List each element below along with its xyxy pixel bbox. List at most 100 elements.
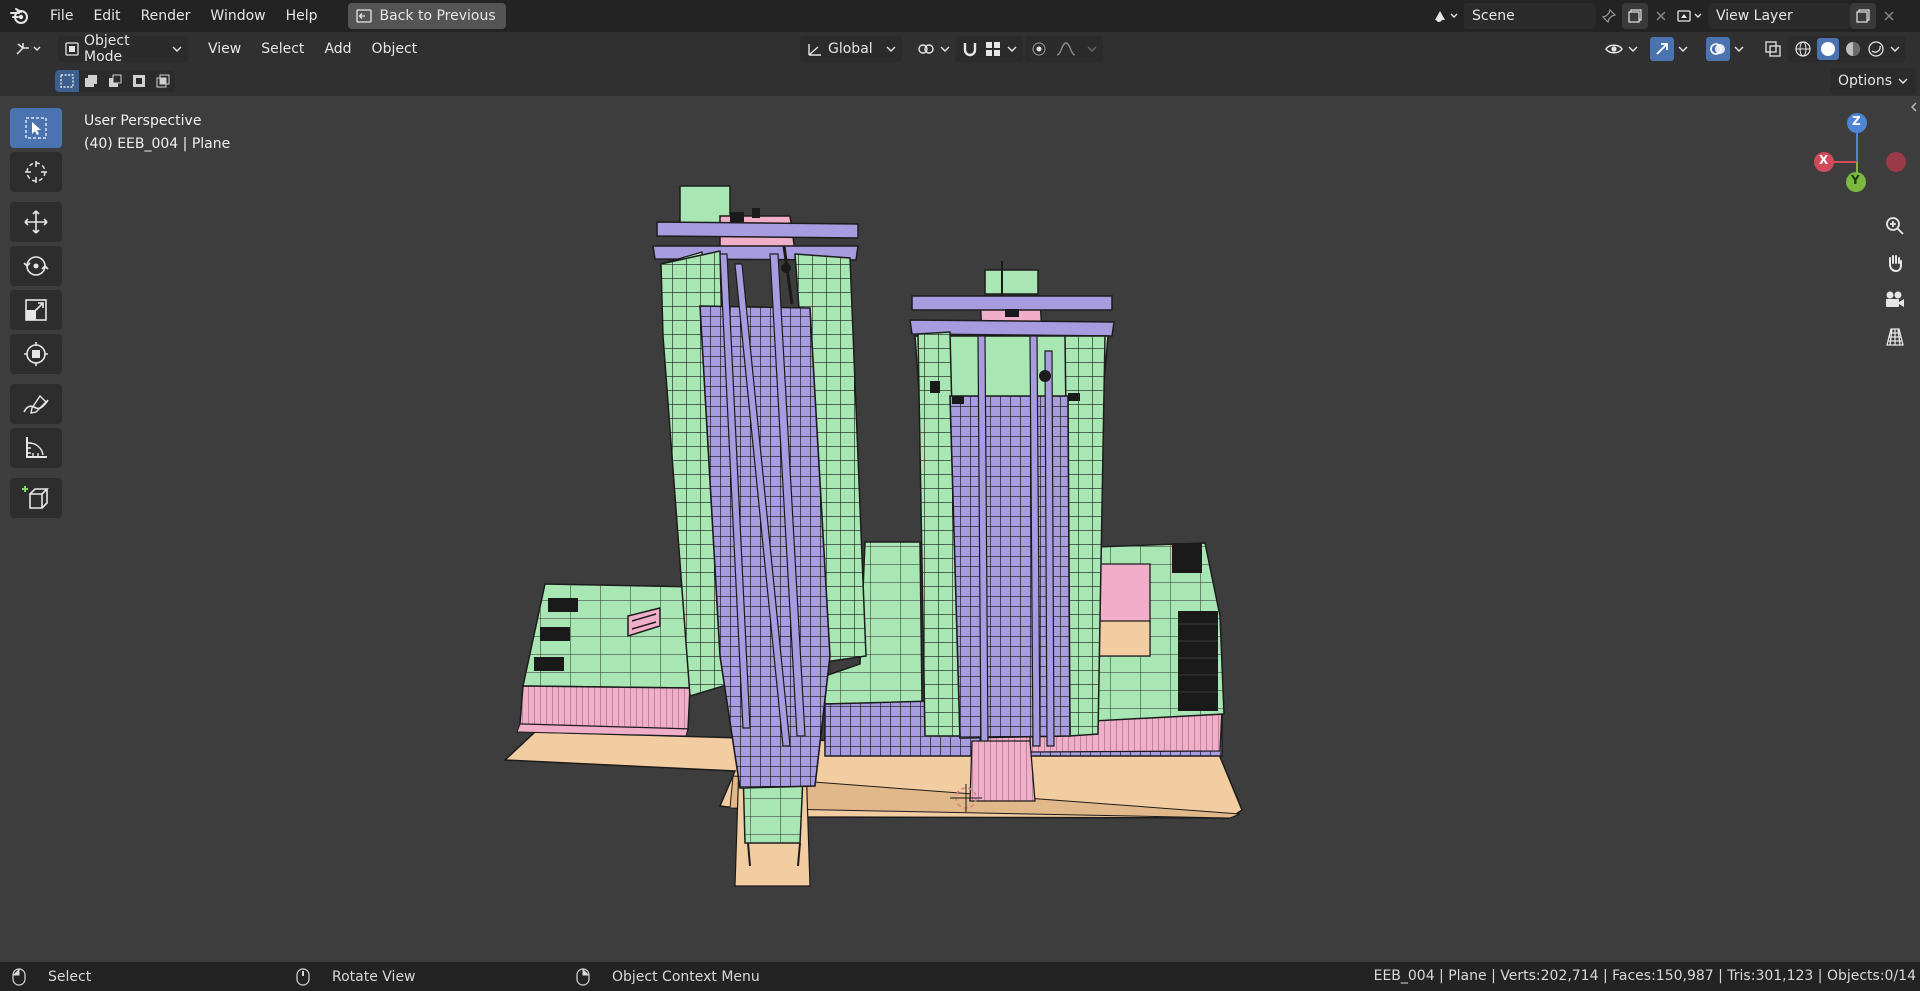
view-layer-browse-icon[interactable] (1672, 3, 1708, 29)
perspective-toggle-button[interactable] (1880, 322, 1910, 352)
zoom-button[interactable] (1880, 211, 1910, 241)
scene-name-field[interactable]: Scene (1464, 3, 1596, 29)
snap-grid-icon[interactable] (985, 41, 1001, 57)
mouse-middle-icon (296, 967, 310, 986)
material-shading-icon[interactable] (1844, 40, 1862, 58)
building-model[interactable] (0, 96, 1920, 962)
tool-rotate[interactable] (10, 246, 62, 286)
delete-view-layer-icon[interactable] (1876, 3, 1902, 29)
scale-icon (25, 299, 47, 321)
viewport-header: Object Mode View Select Add Object Globa… (0, 32, 1920, 66)
tool-move[interactable] (10, 202, 62, 242)
select-subtract-icon (109, 74, 122, 87)
status-rotate-label: Rotate View (332, 968, 416, 985)
chevron-down-icon (940, 46, 950, 52)
status-context-hint: Object Context Menu (576, 967, 760, 986)
camera-icon (1886, 291, 1904, 307)
transform-icon (24, 342, 48, 366)
chevron-down-icon (172, 46, 182, 52)
pivot-link-icon (918, 44, 934, 54)
pin-icon[interactable] (1596, 3, 1622, 29)
snapping-group (955, 36, 1023, 62)
xray-icon (1765, 41, 1781, 57)
menu-edit[interactable]: Edit (83, 0, 130, 32)
blender-logo-icon[interactable] (0, 0, 40, 32)
view-layer-name-field[interactable]: View Layer (1708, 3, 1850, 29)
menu-add[interactable]: Add (314, 41, 361, 57)
chevron-down-icon (1898, 78, 1908, 84)
selection-mode-group (55, 70, 175, 92)
tool-measure[interactable] (10, 428, 62, 468)
new-view-layer-icon[interactable] (1850, 3, 1876, 29)
grid-perspective-icon (1886, 328, 1904, 346)
status-select-label: Select (48, 968, 92, 985)
tool-scale[interactable] (10, 290, 62, 330)
select-extend-button[interactable] (79, 70, 103, 92)
chevron-down-icon[interactable] (1007, 45, 1017, 53)
select-intersect-button[interactable] (151, 70, 175, 92)
select-subtract-button[interactable] (103, 70, 127, 92)
overlays-toggle-button[interactable] (1706, 37, 1730, 61)
sidebar-toggle-icon[interactable] (1908, 98, 1920, 116)
annotate-pencil-icon (23, 394, 49, 414)
transform-orientation-dropdown[interactable]: Global (800, 36, 902, 62)
top-menu-bar: File Edit Render Window Help Back to Pre… (0, 0, 1920, 32)
menu-select[interactable]: Select (251, 41, 314, 57)
view-layer-selector: View Layer (1672, 3, 1902, 29)
new-scene-icon[interactable] (1622, 3, 1648, 29)
xray-toggle-button[interactable] (1758, 36, 1788, 62)
scene-statistics: EEB_004 | Plane | Verts:202,714 | Faces:… (1373, 968, 1916, 984)
delete-scene-icon[interactable] (1648, 3, 1674, 29)
menu-view[interactable]: View (198, 41, 251, 57)
status-rotate-hint: Rotate View (296, 967, 416, 986)
tool-annotate[interactable] (10, 384, 62, 424)
tool-transform[interactable] (10, 334, 62, 374)
menu-render[interactable]: Render (131, 0, 201, 32)
3d-viewport[interactable]: User Perspective (40) EEB_004 | Plane Z … (0, 96, 1920, 962)
menu-window[interactable]: Window (200, 0, 275, 32)
visibility-dropdown[interactable] (1598, 36, 1644, 62)
chevron-down-icon[interactable] (1678, 45, 1688, 53)
camera-view-button[interactable] (1880, 285, 1910, 315)
options-dropdown[interactable]: Options (1829, 68, 1916, 94)
gizmo-arrow-icon (1656, 43, 1668, 55)
menu-object[interactable]: Object (362, 41, 428, 57)
menu-file[interactable]: File (40, 0, 83, 32)
gizmo-toggle-button[interactable] (1650, 37, 1674, 61)
add-cube-icon (22, 486, 49, 509)
pan-button[interactable] (1880, 248, 1910, 278)
chevron-down-icon[interactable] (1734, 45, 1744, 53)
falloff-curve-icon[interactable] (1055, 41, 1079, 57)
object-mode-dropdown[interactable]: Object Mode (58, 33, 188, 65)
menu-help[interactable]: Help (276, 0, 328, 32)
wireframe-shading-icon[interactable] (1794, 40, 1812, 58)
pivot-point-dropdown[interactable] (910, 36, 956, 62)
solid-shading-button[interactable] (1817, 38, 1839, 60)
view-layer-name: View Layer (1716, 8, 1793, 24)
select-cursor-icon (25, 117, 47, 139)
proportional-editing-icon[interactable] (1031, 41, 1047, 57)
select-new-icon (60, 74, 74, 88)
scene-selector: Scene (1428, 3, 1674, 29)
chevron-down-icon (886, 46, 896, 52)
editor-type-dropdown[interactable] (8, 36, 50, 62)
3d-cursor-icon (25, 161, 47, 183)
overlays-circles-icon (1710, 43, 1725, 55)
chevron-down-icon[interactable] (1087, 45, 1097, 53)
global-axes-icon (808, 44, 821, 56)
select-intersect-icon (156, 74, 170, 88)
snap-magnet-icon[interactable] (961, 40, 979, 58)
select-invert-button[interactable] (127, 70, 151, 92)
chevron-down-icon[interactable] (1890, 45, 1900, 53)
chevron-down-icon (1628, 46, 1638, 52)
select-new-button[interactable] (55, 70, 79, 92)
back-to-previous-button[interactable]: Back to Previous (347, 3, 506, 29)
tool-add-cube[interactable] (10, 478, 62, 518)
shading-mode-group (1788, 36, 1906, 62)
tool-cursor[interactable] (10, 152, 62, 192)
tool-select-box[interactable] (10, 108, 62, 148)
navigation-gizmo[interactable]: Z X Y (1780, 110, 1920, 210)
gizmo-y-label: Y (1851, 173, 1860, 187)
scene-browse-icon[interactable] (1428, 3, 1464, 29)
rendered-shading-icon[interactable] (1867, 40, 1885, 58)
